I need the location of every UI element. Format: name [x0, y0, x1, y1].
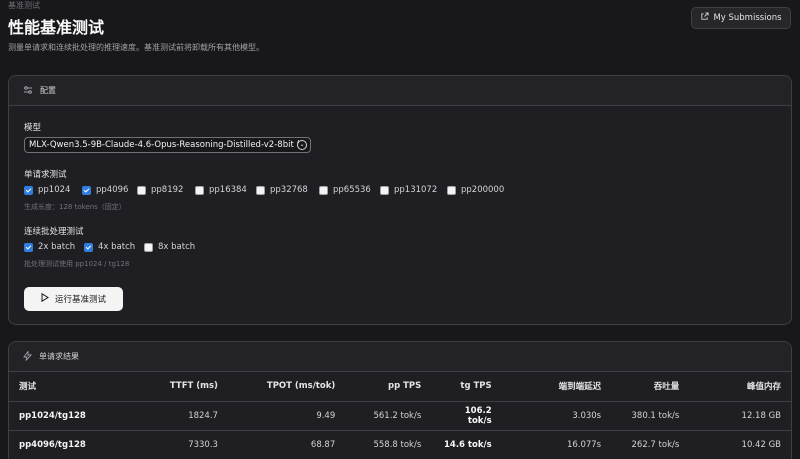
- results-table: 测试 TTFT (ms) TPOT (ms/tok) pp TPS tg TPS 端到端延…: [9, 372, 791, 459]
- checkbox-2x-batch[interactable]: 2x batch: [24, 242, 84, 252]
- checkbox-box[interactable]: [137, 185, 146, 195]
- checkbox-label: pp200000: [461, 185, 505, 195]
- checkbox-box[interactable]: [24, 242, 33, 252]
- table-cell: 9.49: [227, 401, 346, 431]
- checkbox-box[interactable]: [256, 185, 265, 195]
- checkbox-label: pp4096: [96, 185, 129, 195]
- external-link-icon: [700, 12, 709, 24]
- checkbox-pp131072[interactable]: pp131072: [380, 185, 447, 195]
- play-icon: [41, 292, 49, 305]
- page-subtitle: 测量单请求和连续批处理的推理速度。基准测试前将卸载所有其他模型。: [8, 43, 264, 52]
- table-cell: 558.8 tok/s: [345, 430, 432, 459]
- table-cell: 380.1 tok/s: [611, 401, 690, 431]
- table-cell: 561.2 tok/s: [345, 401, 432, 431]
- checkbox-pp8192[interactable]: pp8192: [137, 185, 195, 195]
- table-cell: 262.7 tok/s: [611, 430, 690, 459]
- checkbox-label: pp131072: [394, 185, 438, 195]
- checkbox-box[interactable]: [319, 185, 328, 195]
- table-cell: 3.030s: [501, 401, 612, 431]
- lightning-icon: [23, 349, 33, 363]
- checkbox-box[interactable]: [380, 185, 389, 195]
- single-test-hint: 生成长度：128 tokens（固定）: [24, 203, 126, 211]
- batch-test-label: 连续批处理测试: [24, 227, 84, 237]
- single-test-label: 单请求测试: [24, 170, 67, 180]
- model-select-value: MLX-Qwen3.5-9B-Claude-4.6-Opus-Reasoning…: [29, 140, 306, 150]
- single-test-options: pp1024 pp4096 pp8192 pp16384 pp32768 pp65536 p…: [24, 185, 507, 195]
- checkbox-pp4096[interactable]: pp4096: [82, 185, 137, 195]
- results-card: 单请求结果 测试 TTFT (ms) TPOT (ms/tok) pp TPS tg T…: [8, 341, 792, 459]
- checkbox-pp65536[interactable]: pp65536: [319, 185, 380, 195]
- checkbox-box[interactable]: [144, 242, 153, 252]
- checkbox-8x-batch[interactable]: 8x batch: [144, 242, 204, 252]
- config-card: 配置 模型 MLX-Qwen3.5-9B-Claude-4.6-Opus-Rea…: [8, 75, 792, 325]
- table-cell: 16.077s: [501, 430, 612, 459]
- checkbox-pp16384[interactable]: pp16384: [195, 185, 256, 195]
- page-title: 性能基准测试: [8, 18, 105, 37]
- table-cell: 7330.3: [141, 430, 228, 459]
- column-header: 端到端延迟: [501, 372, 612, 402]
- my-submissions-label: My Submissions: [713, 13, 782, 23]
- chevron-down-icon: ⌄: [297, 140, 307, 150]
- column-header: TPOT (ms/tok): [227, 372, 346, 402]
- table-row: pp4096/tg128 7330.3 68.87 558.8 tok/s 14.6 t…: [9, 430, 791, 459]
- sliders-icon: [23, 85, 33, 97]
- checkbox-label: pp16384: [209, 185, 247, 195]
- run-benchmark-label: 运行基准测试: [54, 295, 106, 305]
- table-cell: 106.2 tok/s: [431, 401, 502, 431]
- checkbox-pp1024[interactable]: pp1024: [24, 185, 82, 195]
- config-title: 配置: [40, 86, 56, 95]
- checkbox-label: pp1024: [38, 185, 71, 195]
- column-header: pp TPS: [345, 372, 432, 402]
- results-title: 单请求结果: [39, 352, 79, 361]
- results-header: 单请求结果: [9, 342, 791, 372]
- checkbox-4x-batch[interactable]: 4x batch: [84, 242, 144, 252]
- checkbox-pp32768[interactable]: pp32768: [256, 185, 319, 195]
- checkbox-label: 8x batch: [158, 242, 196, 252]
- checkbox-label: pp8192: [151, 185, 184, 195]
- checkbox-box[interactable]: [84, 242, 93, 252]
- table-cell: pp1024/tg128: [9, 401, 142, 431]
- column-header: TTFT (ms): [141, 372, 228, 402]
- column-header: 峰值内存: [689, 372, 791, 402]
- model-label: 模型: [24, 123, 42, 133]
- checkbox-label: pp65536: [333, 185, 371, 195]
- batch-test-hint: 批处理测试使用 pp1024 / tg128: [24, 260, 130, 268]
- model-select[interactable]: MLX-Qwen3.5-9B-Claude-4.6-Opus-Reasoning…: [24, 137, 311, 153]
- checkbox-box[interactable]: [24, 185, 33, 195]
- table-cell: 12.18 GB: [689, 401, 791, 431]
- column-header: tg TPS: [431, 372, 502, 402]
- checkbox-label: 4x batch: [98, 242, 136, 252]
- table-cell: 1824.7: [141, 401, 228, 431]
- table-cell: pp4096/tg128: [9, 430, 142, 459]
- checkbox-label: 2x batch: [38, 242, 76, 252]
- checkbox-label: pp32768: [270, 185, 308, 195]
- table-cell: 10.42 GB: [689, 430, 791, 459]
- table-row: pp1024/tg128 1824.7 9.49 561.2 tok/s 106.2 t…: [9, 401, 791, 431]
- breadcrumb: 基准测试: [8, 1, 40, 10]
- checkbox-box[interactable]: [195, 185, 204, 195]
- checkbox-box[interactable]: [447, 185, 456, 195]
- column-header: 吞吐量: [611, 372, 690, 402]
- my-submissions-button[interactable]: My Submissions: [691, 7, 791, 29]
- run-benchmark-button[interactable]: 运行基准测试: [24, 287, 123, 311]
- column-header: 测试: [9, 372, 142, 402]
- table-cell: 14.6 tok/s: [431, 430, 502, 459]
- table-cell: 68.87: [227, 430, 346, 459]
- batch-test-options: 2x batch 4x batch 8x batch: [24, 242, 204, 252]
- checkbox-box[interactable]: [82, 185, 91, 195]
- checkbox-pp200000[interactable]: pp200000: [447, 185, 507, 195]
- table-header-row: 测试 TTFT (ms) TPOT (ms/tok) pp TPS tg TPS 端到端延…: [9, 372, 791, 402]
- config-header: 配置: [9, 76, 791, 106]
